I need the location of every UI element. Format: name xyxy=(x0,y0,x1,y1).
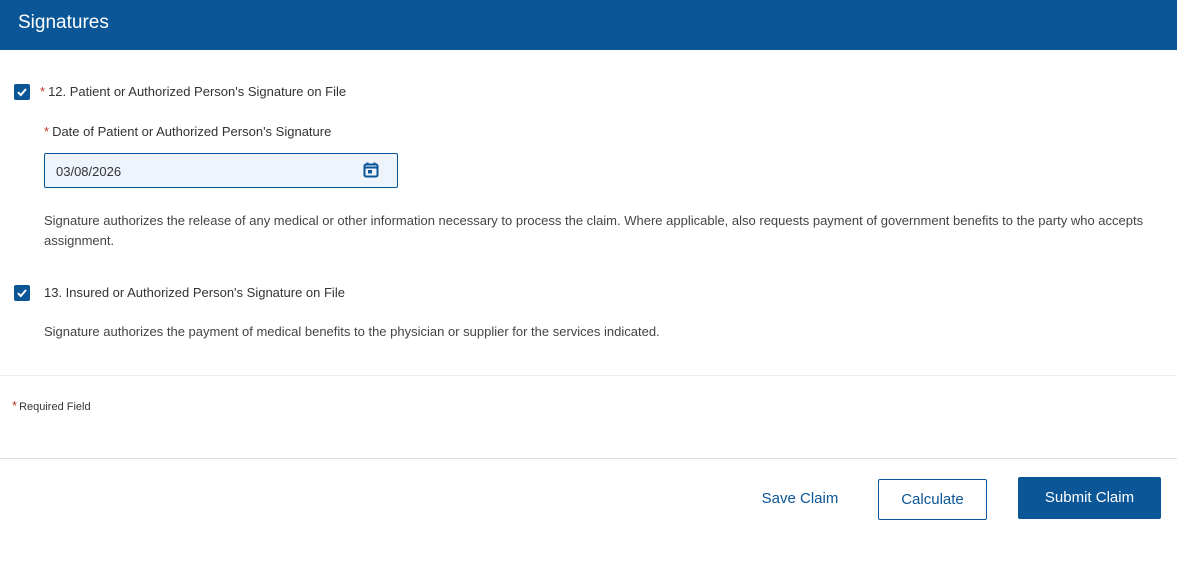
patient-signature-checkbox[interactable] xyxy=(14,84,30,100)
calculate-button[interactable]: Calculate xyxy=(878,479,987,520)
signature-date-value[interactable]: 03/08/2026 xyxy=(56,164,121,179)
checkmark-icon xyxy=(17,289,27,298)
footer-divider xyxy=(0,458,1177,459)
signature-date-input[interactable]: 03/08/2026 xyxy=(44,153,398,188)
insured-signature-checkbox[interactable] xyxy=(14,285,30,301)
save-claim-button[interactable]: Save Claim xyxy=(748,479,852,519)
field12-description: Signature authorizes the release of any … xyxy=(44,213,1144,248)
patient-signature-text: 12. Patient or Authorized Person's Signa… xyxy=(48,84,347,99)
field13-description: Signature authorizes the payment of medi… xyxy=(44,324,660,339)
required-marker: * xyxy=(12,398,18,413)
required-field-text: Required Field xyxy=(19,401,91,413)
checkmark-icon xyxy=(17,88,27,97)
section-divider xyxy=(0,375,1177,376)
required-field-note: * Required Field xyxy=(12,398,91,413)
required-marker: * xyxy=(44,124,50,139)
insured-signature-label[interactable]: 13. Insured or Authorized Person's Signa… xyxy=(44,285,345,300)
section-title: Signatures xyxy=(18,12,109,33)
section-header: Signatures xyxy=(0,0,1177,50)
patient-signature-label[interactable]: * 12. Patient or Authorized Person's Sign… xyxy=(40,84,346,99)
submit-claim-button[interactable]: Submit Claim xyxy=(1018,477,1161,519)
required-marker: * xyxy=(40,84,46,99)
signature-date-label: * Date of Patient or Authorized Person's … xyxy=(44,124,331,139)
calendar-icon[interactable] xyxy=(363,162,379,178)
signature-date-text: Date of Patient or Authorized Person's S… xyxy=(52,124,332,139)
